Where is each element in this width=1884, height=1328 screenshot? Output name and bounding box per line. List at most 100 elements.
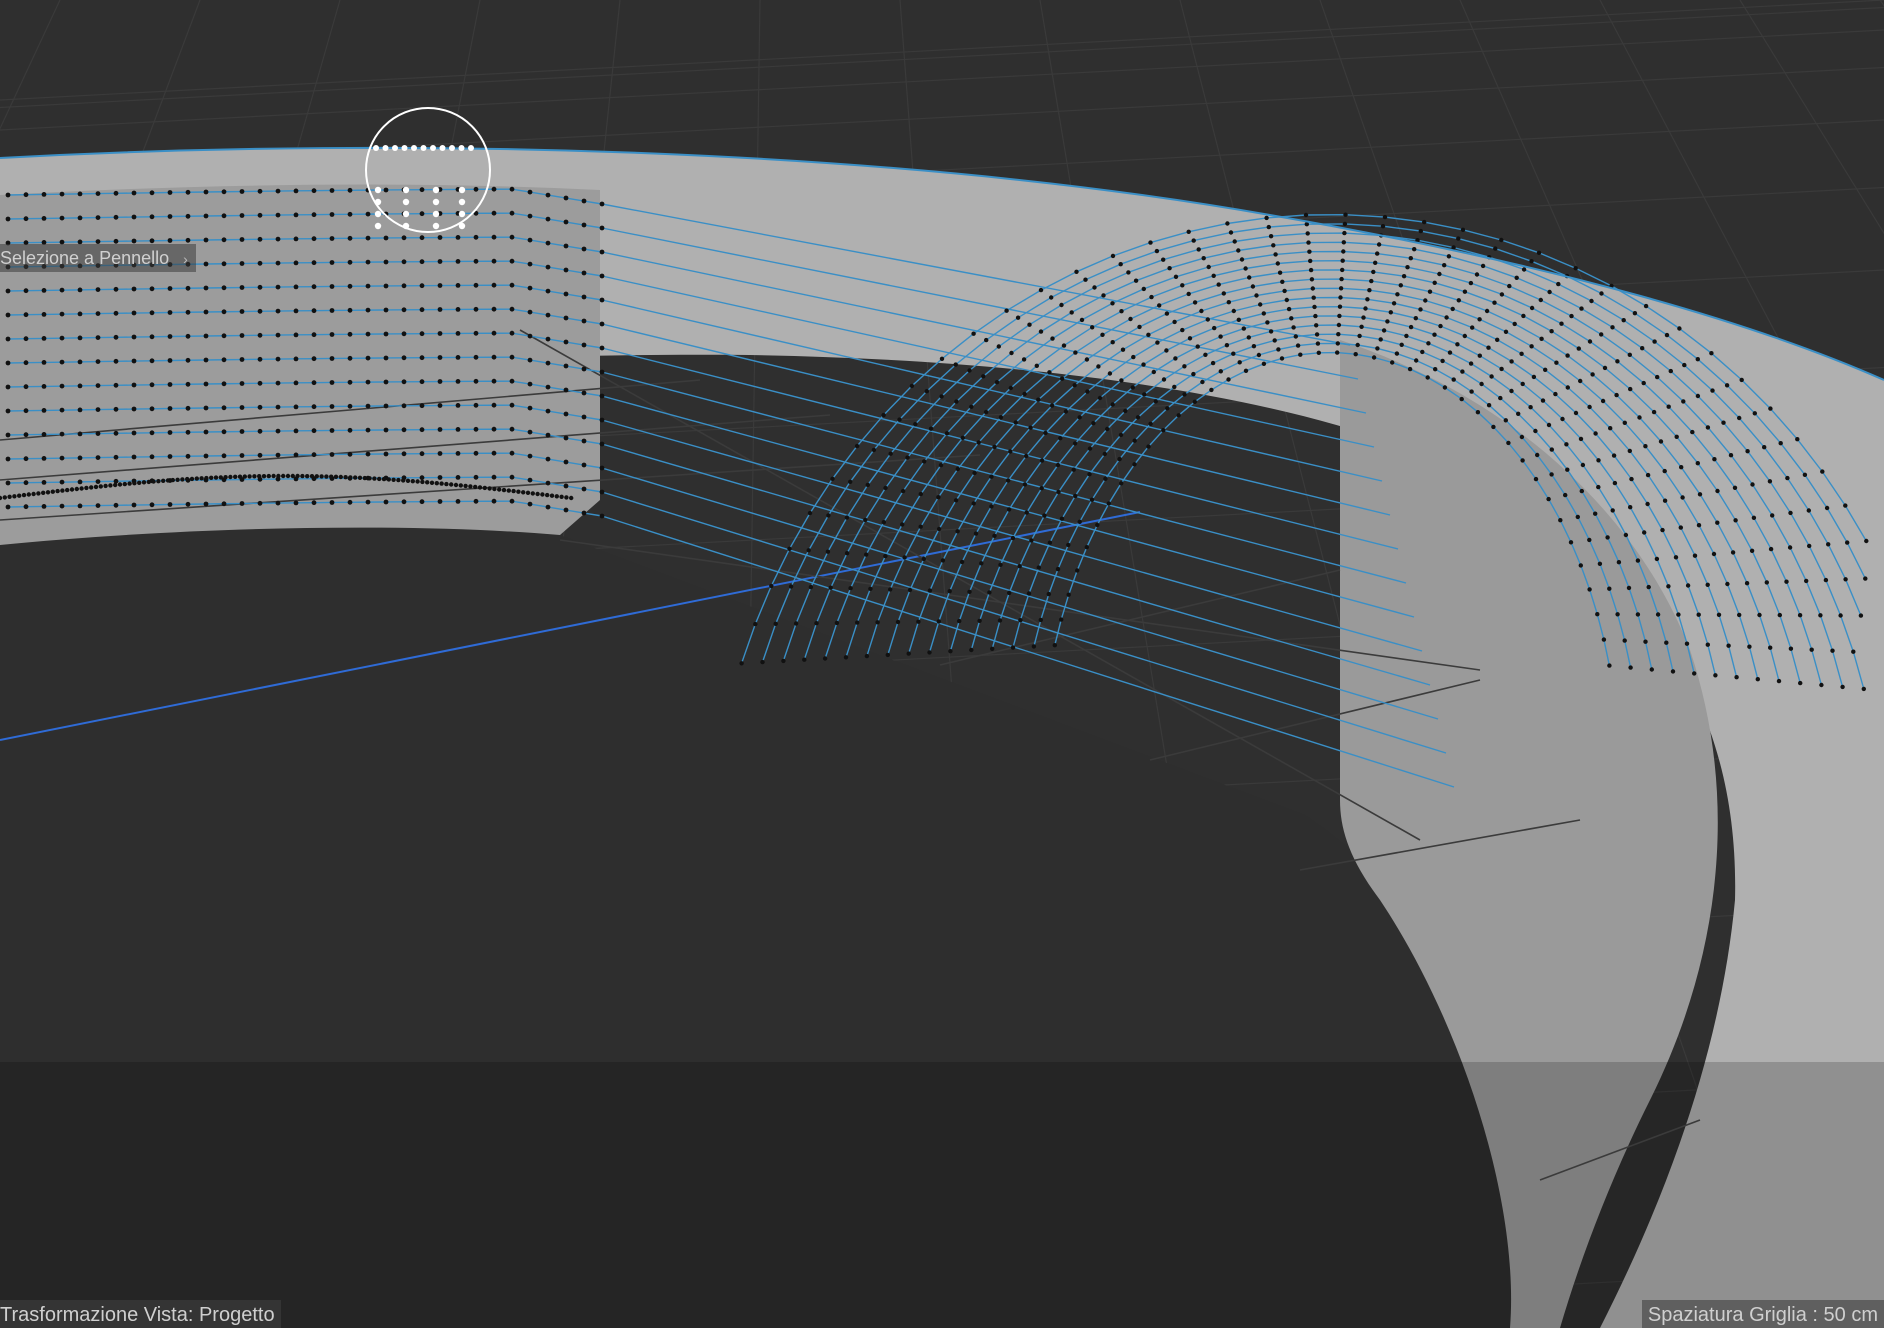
vertex-point: [1715, 488, 1720, 494]
vertex-point: [257, 308, 263, 314]
vertex-point: [473, 354, 479, 360]
vertex-point: [844, 515, 850, 520]
vertex-point: [1046, 591, 1052, 597]
vertex-point: [108, 483, 113, 488]
vertex-point: [257, 404, 263, 410]
vertex-point: [1110, 301, 1115, 306]
vertex-point: [122, 481, 128, 487]
vertex-point: [293, 404, 299, 410]
chevron-right-icon[interactable]: ›: [183, 251, 188, 267]
vertex-point: [209, 475, 214, 480]
vertex-point: [1806, 508, 1812, 513]
vertex-point: [1153, 399, 1159, 404]
selected-point: [458, 222, 466, 230]
vertex-point: [1539, 336, 1544, 341]
vertex-point: [1637, 415, 1642, 420]
vertex-point: [1607, 586, 1612, 591]
vertex-point: [1529, 305, 1535, 311]
selected-point: [392, 145, 398, 151]
vertex-point: [149, 454, 155, 460]
vertex-point: [1084, 357, 1090, 362]
vertex-point: [41, 408, 47, 413]
vertex-point: [383, 259, 389, 265]
vertex-point: [93, 484, 99, 490]
vertex-point: [1616, 560, 1622, 565]
vertex-point: [185, 429, 191, 435]
scene-canvas[interactable]: [0, 0, 1884, 1328]
vertex-point: [113, 382, 119, 388]
vertex-point: [203, 501, 209, 507]
vertex-point: [1021, 357, 1027, 362]
vertex-point: [437, 259, 443, 264]
vertex-point: [1056, 489, 1061, 495]
vertex-point: [527, 213, 533, 219]
vertex-point: [1072, 441, 1078, 446]
vertex-point: [998, 562, 1003, 567]
vertex-point: [1628, 386, 1633, 392]
viewport-3d[interactable]: Selezione a Pennello › Trasformazione Vis…: [0, 0, 1884, 1328]
vertex-point: [437, 307, 443, 312]
vertex-point: [473, 474, 479, 480]
vertex-point: [1737, 612, 1742, 618]
vertex-point: [1710, 388, 1715, 393]
vertex-point: [1102, 451, 1108, 457]
vertex-point: [473, 402, 479, 408]
vertex-point: [228, 474, 233, 480]
vertex-point: [1432, 280, 1437, 285]
brush-selection-label[interactable]: Selezione a Pennello ›: [0, 244, 196, 272]
vertex-point: [527, 381, 533, 387]
vertex-point: [1426, 341, 1431, 346]
vertex-point: [1408, 256, 1414, 261]
vertex-point: [1843, 577, 1848, 582]
vertex-point: [1422, 219, 1427, 225]
selected-point: [458, 210, 466, 218]
vertex-point: [545, 492, 550, 498]
vertex-point: [275, 404, 281, 410]
vertex-point: [511, 488, 516, 494]
vertex-point: [1119, 378, 1124, 383]
vertex-point: [1838, 613, 1843, 618]
vertex-point: [113, 358, 119, 364]
vertex-point: [383, 187, 389, 193]
vertex-point: [1662, 468, 1667, 474]
vertex-point: [581, 270, 587, 276]
vertex-point: [401, 235, 407, 241]
vertex-point: [1286, 306, 1292, 312]
vertex-point: [1549, 472, 1554, 477]
vertex-point: [1716, 612, 1722, 617]
vertex-point: [971, 501, 976, 506]
vertex-point: [131, 286, 137, 292]
vertex-point: [1587, 537, 1592, 543]
vertex-point: [156, 479, 161, 484]
vertex-point: [1058, 436, 1063, 441]
vertex-point: [563, 411, 569, 417]
vertex-point: [848, 586, 853, 591]
vertex-point: [960, 435, 965, 440]
vertex-point: [1173, 356, 1178, 361]
vertex-point: [1635, 612, 1641, 617]
vertex-point: [1528, 405, 1533, 410]
vertex-point: [293, 332, 299, 338]
vertex-point: [1747, 644, 1752, 649]
vertex-point: [527, 309, 533, 315]
vertex-point: [983, 409, 989, 415]
vertex-point: [401, 331, 407, 337]
vertex-point: [221, 189, 227, 195]
vertex-point: [1651, 409, 1657, 415]
vertex-point: [948, 649, 953, 654]
vertex-point: [1674, 434, 1679, 439]
vertex-point: [1336, 332, 1341, 337]
vertex-point: [425, 480, 430, 485]
vertex-point: [41, 192, 47, 197]
vertex-point: [239, 237, 245, 242]
vertex-point: [1371, 355, 1377, 360]
vertex-point: [401, 355, 407, 361]
vertex-point: [1306, 240, 1311, 245]
vertex-point: [221, 429, 227, 435]
vertex-point: [1820, 469, 1825, 474]
vertex-point: [581, 246, 587, 252]
vertex-point: [221, 453, 227, 459]
vertex-point: [1154, 248, 1160, 254]
vertex-point: [1226, 300, 1232, 305]
vertex-point: [1477, 353, 1483, 358]
